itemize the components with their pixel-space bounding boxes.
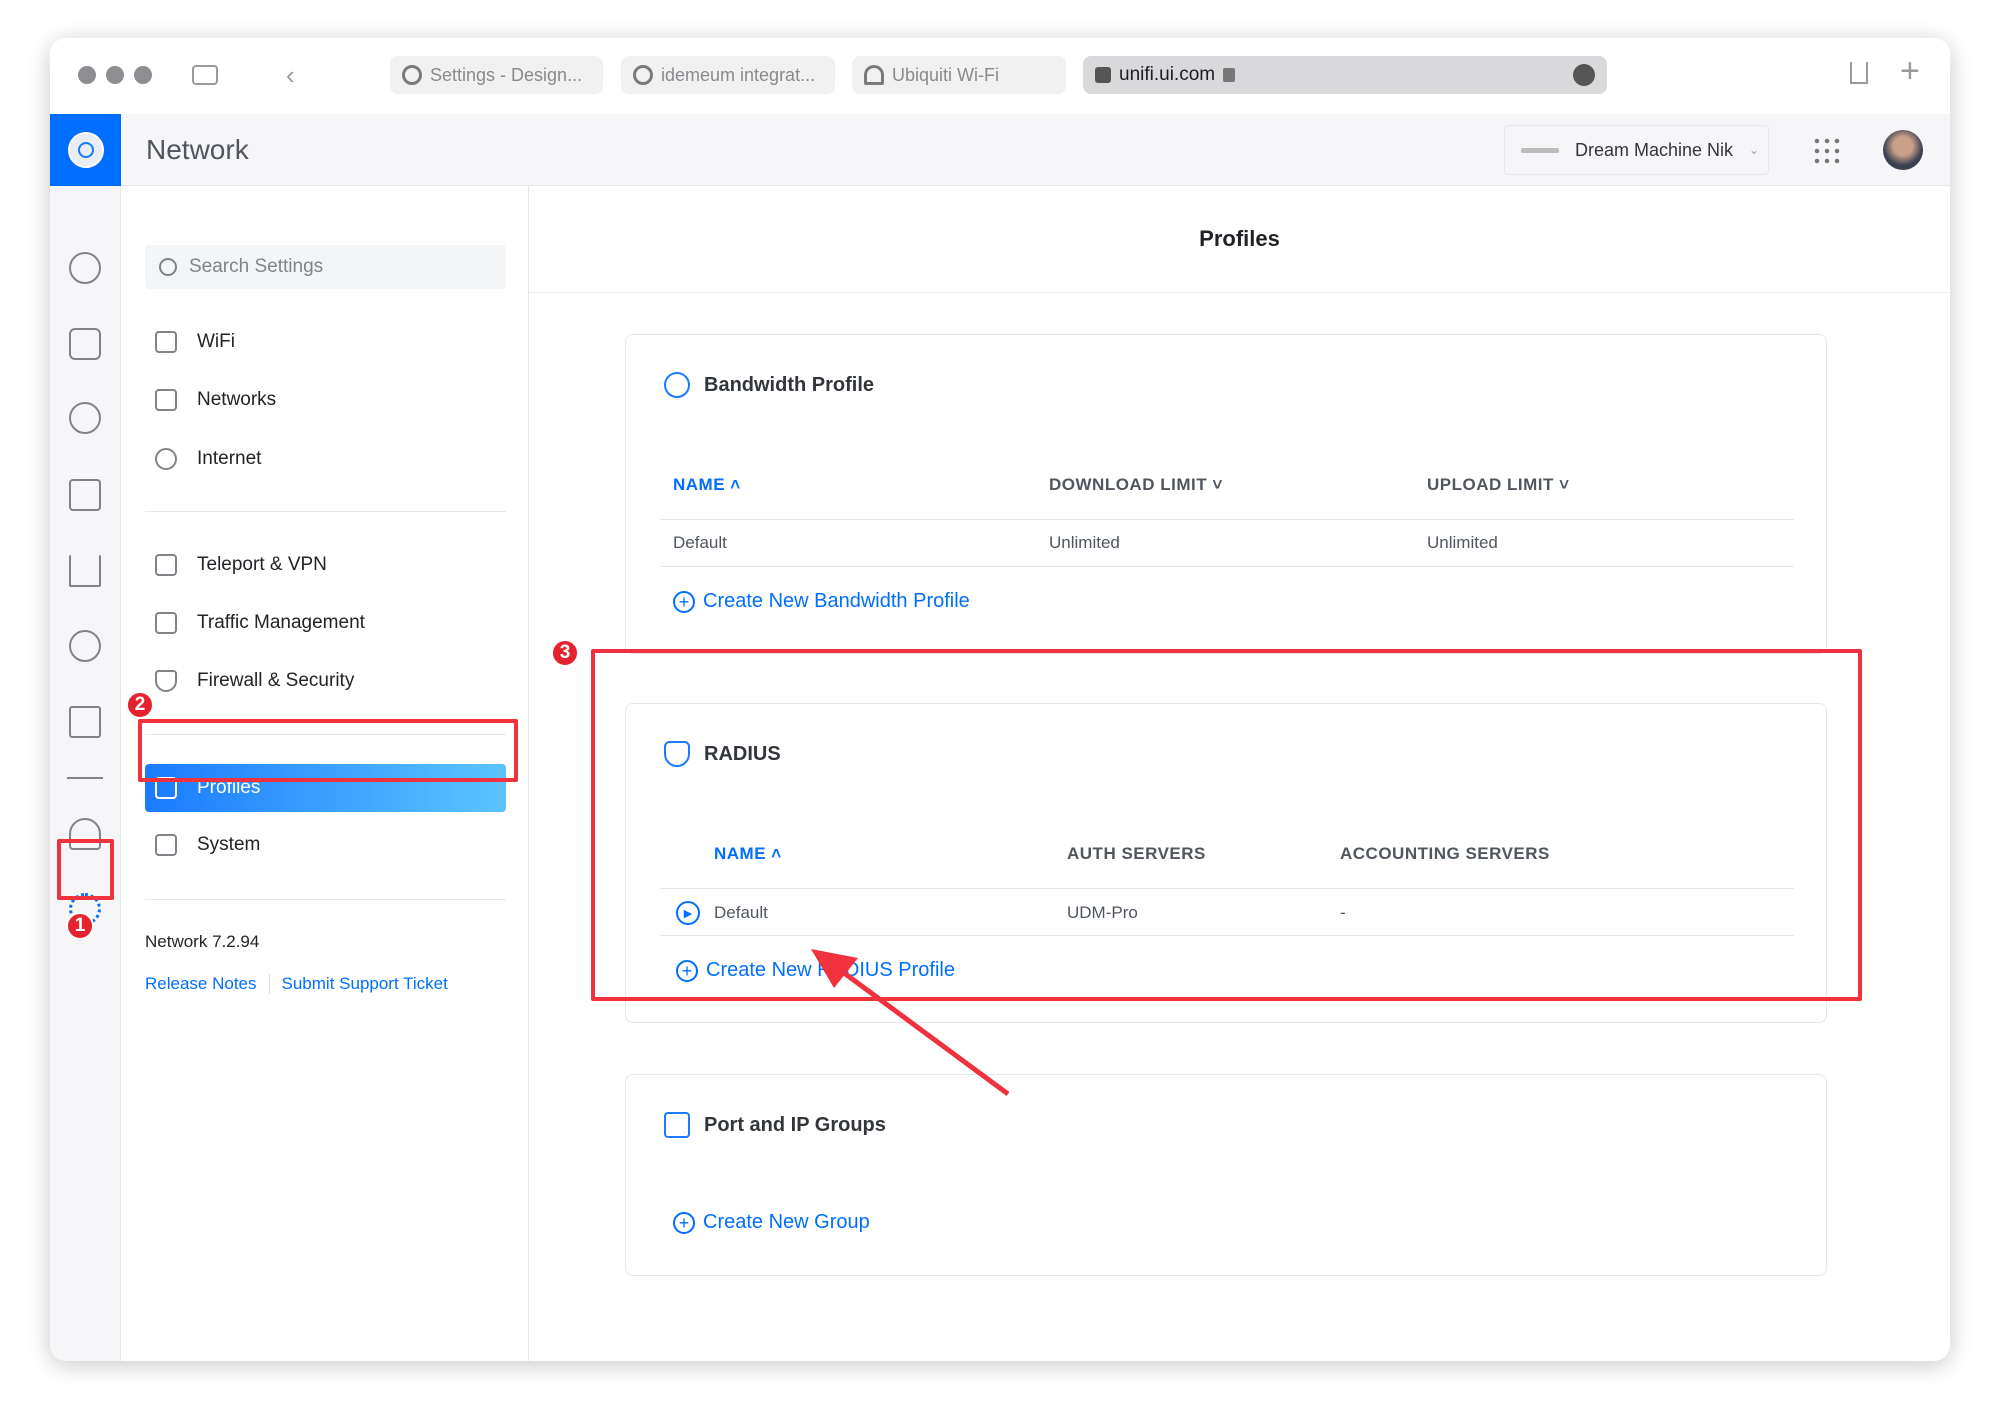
- annotation-arrow: [811, 949, 1010, 1097]
